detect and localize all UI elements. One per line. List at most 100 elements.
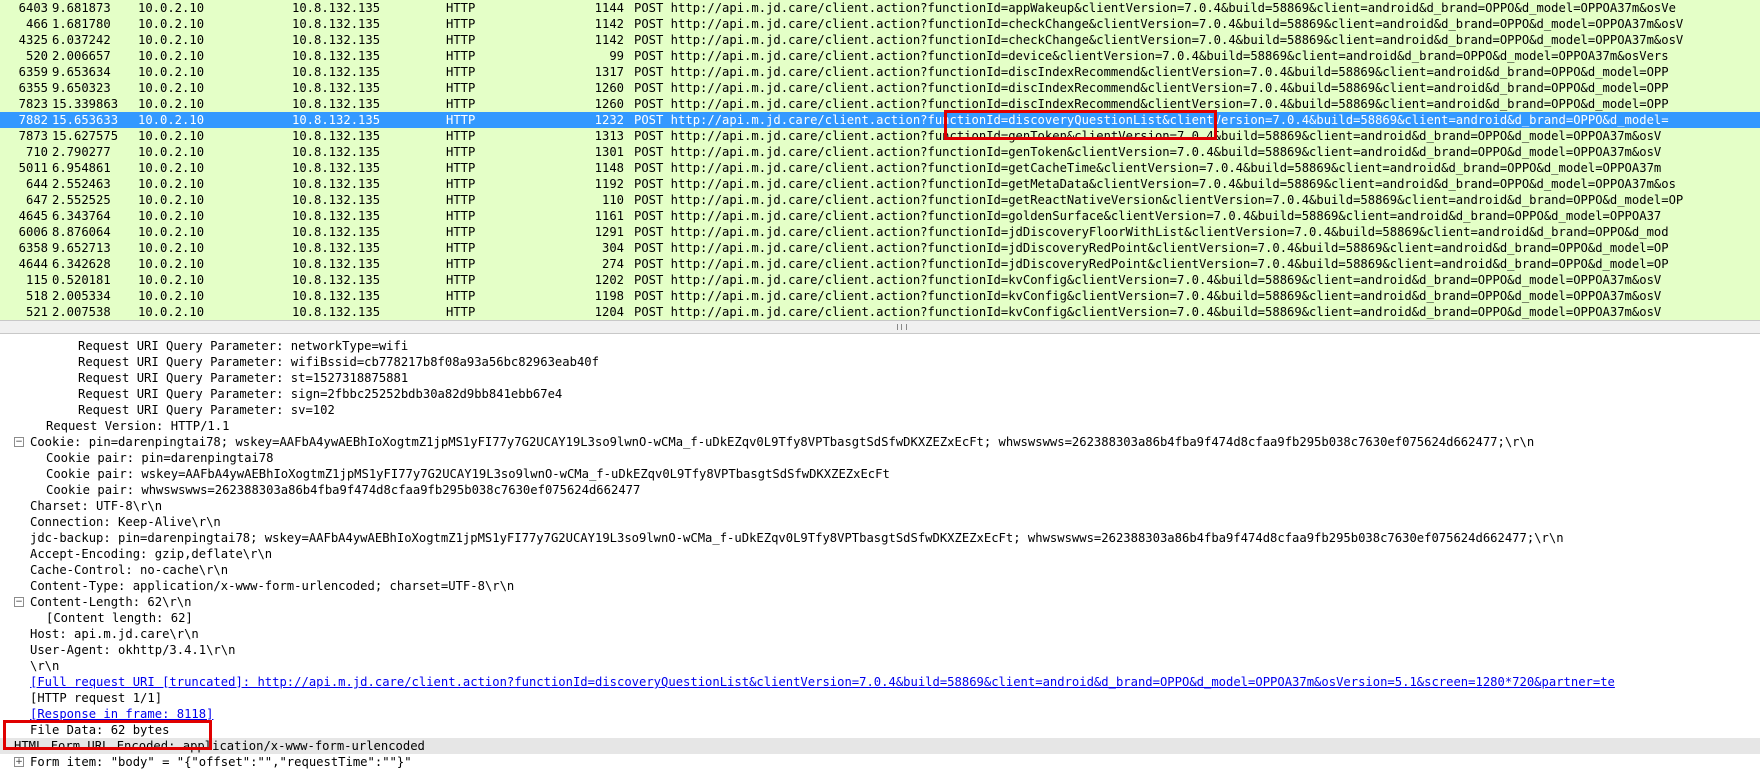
packet-info: POST http://api.m.jd.care/client.action?… xyxy=(634,289,1662,303)
detail-tree-row[interactable]: Request URI Query Parameter: wifiBssid=c… xyxy=(0,354,1760,370)
detail-tree-row[interactable]: File Data: 62 bytes xyxy=(0,722,1760,738)
detail-link[interactable]: [Full request URI [truncated]: http://ap… xyxy=(30,674,1615,690)
packet-row[interactable]: 710 2.790277 10.0.2.10 10.8.132.135 HTTP 1301… xyxy=(0,144,1760,160)
packet-destination: 10.8.132.135 xyxy=(292,17,381,31)
packet-number: 6359 xyxy=(18,65,48,79)
packet-row[interactable]: 647 2.552525 10.0.2.10 10.8.132.135 HTTP 110 P… xyxy=(0,192,1760,208)
splitter-grip-icon[interactable] xyxy=(897,324,907,330)
packet-row[interactable]: 6403 9.681873 10.0.2.10 10.8.132.135 HTTP 114… xyxy=(0,0,1760,16)
packet-protocol: HTTP xyxy=(446,33,476,47)
detail-tree-row[interactable]: Cache-Control: no-cache\r\n xyxy=(0,562,1760,578)
collapse-minus-icon[interactable]: − xyxy=(14,437,24,447)
detail-tree-row[interactable]: [Response in frame: 8118] xyxy=(0,706,1760,722)
packet-destination: 10.8.132.135 xyxy=(292,1,381,15)
packet-row[interactable]: 466 1.681780 10.0.2.10 10.8.132.135 HTTP 1142… xyxy=(0,16,1760,32)
expand-plus-icon[interactable]: + xyxy=(14,757,24,767)
detail-tree-row[interactable]: HTML Form URL Encoded: application/x-www… xyxy=(0,738,1760,754)
packet-time: 9.650323 xyxy=(52,81,111,95)
packet-row[interactable]: 7823 15.339863 10.0.2.10 10.8.132.135 HTTP 12… xyxy=(0,96,1760,112)
pane-splitter[interactable] xyxy=(0,320,1760,334)
detail-tree-row[interactable]: Request Version: HTTP/1.1 xyxy=(0,418,1760,434)
packet-source: 10.0.2.10 xyxy=(138,257,205,271)
detail-link[interactable]: [Response in frame: 8118] xyxy=(30,706,213,722)
packet-row[interactable]: 6006 8.876064 10.0.2.10 10.8.132.135 HTTP 129… xyxy=(0,224,1760,240)
packet-info: POST http://api.m.jd.care/client.action?… xyxy=(634,241,1669,255)
packet-number: 466 xyxy=(25,17,48,31)
detail-tree-row[interactable]: [Full request URI [truncated]: http://ap… xyxy=(0,674,1760,690)
detail-tree-row[interactable]: Accept-Encoding: gzip,deflate\r\n xyxy=(0,546,1760,562)
detail-tree-row[interactable]: \r\n xyxy=(0,658,1760,674)
packet-row[interactable]: 6359 9.653634 10.0.2.10 10.8.132.135 HTTP 131… xyxy=(0,64,1760,80)
packet-row[interactable]: 521 2.007538 10.0.2.10 10.8.132.135 HTTP 1204… xyxy=(0,304,1760,320)
detail-tree-row[interactable]: [Content length: 62] xyxy=(0,610,1760,626)
packet-number: 7873 xyxy=(18,129,48,143)
packet-info: POST http://api.m.jd.care/client.action?… xyxy=(634,97,1669,111)
detail-tree-row[interactable]: [HTTP request 1/1] xyxy=(0,690,1760,706)
packet-time: 0.520181 xyxy=(52,273,111,287)
packet-time: 9.652713 xyxy=(52,241,111,255)
packet-destination: 10.8.132.135 xyxy=(292,257,381,271)
packet-protocol: HTTP xyxy=(446,113,476,127)
detail-tree-row[interactable]: Request URI Query Parameter: sv=102 xyxy=(0,402,1760,418)
packet-row[interactable]: 518 2.005334 10.0.2.10 10.8.132.135 HTTP 1198… xyxy=(0,288,1760,304)
packet-row[interactable]: 4645 6.343764 10.0.2.10 10.8.132.135 HTTP 116… xyxy=(0,208,1760,224)
packet-destination: 10.8.132.135 xyxy=(292,129,381,143)
detail-tree-row[interactable]: Host: api.m.jd.care\r\n xyxy=(0,626,1760,642)
detail-tree-row[interactable]: Request URI Query Parameter: st=15273188… xyxy=(0,370,1760,386)
packet-row[interactable]: 5011 6.954861 10.0.2.10 10.8.132.135 HTTP 114… xyxy=(0,160,1760,176)
detail-text: Cookie: pin=darenpingtai78; wskey=AAFbA4… xyxy=(30,435,1535,449)
packet-row[interactable]: 7873 15.627575 10.0.2.10 10.8.132.135 HTTP 13… xyxy=(0,128,1760,144)
packet-row[interactable]: 6358 9.652713 10.0.2.10 10.8.132.135 HTTP 304… xyxy=(0,240,1760,256)
packet-row[interactable]: 4644 6.342628 10.0.2.10 10.8.132.135 HTTP 274… xyxy=(0,256,1760,272)
packet-info: POST http://api.m.jd.care/client.action?… xyxy=(634,177,1676,191)
packet-info: POST http://api.m.jd.care/client.action?… xyxy=(634,193,1684,207)
packet-row[interactable]: 6355 9.650323 10.0.2.10 10.8.132.135 HTTP 126… xyxy=(0,80,1760,96)
detail-tree-row[interactable]: Cookie pair: whwswswws=262388303a86b4fba… xyxy=(0,482,1760,498)
collapse-minus-icon[interactable]: − xyxy=(14,597,24,607)
detail-tree-row[interactable]: Request URI Query Parameter: sign=2fbbc2… xyxy=(0,386,1760,402)
packet-destination: 10.8.132.135 xyxy=(292,241,381,255)
packet-protocol: HTTP xyxy=(446,241,476,255)
packet-row[interactable]: 520 2.006657 10.0.2.10 10.8.132.135 HTTP 99 PO… xyxy=(0,48,1760,64)
detail-tree-row[interactable]: Connection: Keep-Alive\r\n xyxy=(0,514,1760,530)
detail-tree-row[interactable]: − Cookie: pin=darenpingtai78; wskey=AAFbA… xyxy=(0,434,1760,450)
packet-source: 10.0.2.10 xyxy=(138,193,205,207)
packet-source: 10.0.2.10 xyxy=(138,289,205,303)
detail-tree-row[interactable]: User-Agent: okhttp/3.4.1\r\n xyxy=(0,642,1760,658)
packet-info: POST http://api.m.jd.care/client.action?… xyxy=(634,129,1662,143)
detail-tree-row[interactable]: Cookie pair: pin=darenpingtai78 xyxy=(0,450,1760,466)
detail-tree-row[interactable]: Charset: UTF-8\r\n xyxy=(0,498,1760,514)
packet-source: 10.0.2.10 xyxy=(138,177,205,191)
detail-tree-row[interactable]: jdc-backup: pin=darenpingtai78; wskey=AA… xyxy=(0,530,1760,546)
packet-row[interactable]: 115 0.520181 10.0.2.10 10.8.132.135 HTTP 1202… xyxy=(0,272,1760,288)
detail-tree-row[interactable]: Request URI Query Parameter: networkType… xyxy=(0,338,1760,354)
packet-protocol: HTTP xyxy=(446,129,476,143)
packet-destination: 10.8.132.135 xyxy=(292,273,381,287)
packet-protocol: HTTP xyxy=(446,177,476,191)
detail-tree-row[interactable]: Cookie pair: wskey=AAFbA4ywAEBhIoXogtmZ1… xyxy=(0,466,1760,482)
packet-time: 2.005334 xyxy=(52,289,111,303)
detail-tree-row[interactable]: − Content-Length: 62\r\n xyxy=(0,594,1760,610)
packet-number: 4644 xyxy=(18,257,48,271)
packet-details-tree[interactable]: Request URI Query Parameter: networkType… xyxy=(0,338,1760,771)
packet-destination: 10.8.132.135 xyxy=(292,225,381,239)
packet-protocol: HTTP xyxy=(446,49,476,63)
detail-tree-row[interactable]: Content-Type: application/x-www-form-url… xyxy=(0,578,1760,594)
detail-text: HTML Form URL Encoded: application/x-www… xyxy=(14,739,425,753)
packet-info: POST http://api.m.jd.care/client.action?… xyxy=(634,145,1662,159)
packet-length: 304 xyxy=(601,241,624,255)
packet-protocol: HTTP xyxy=(446,305,476,319)
packet-info: POST http://api.m.jd.care/client.action?… xyxy=(634,273,1662,287)
packet-row[interactable]: 644 2.552463 10.0.2.10 10.8.132.135 HTTP 1192… xyxy=(0,176,1760,192)
packet-info: POST http://api.m.jd.care/client.action?… xyxy=(634,33,1684,47)
packet-row-selected[interactable]: 7882 15.653633 10.0.2.10 10.8.132.135 HTTP 12… xyxy=(0,112,1760,128)
packet-list[interactable]: 6403 9.681873 10.0.2.10 10.8.132.135 HTTP 114… xyxy=(0,0,1760,320)
packet-destination: 10.8.132.135 xyxy=(292,209,381,223)
packet-length: 1142 xyxy=(594,17,624,31)
packet-time: 6.954861 xyxy=(52,161,111,175)
packet-row[interactable]: 4325 6.037242 10.0.2.10 10.8.132.135 HTTP 114… xyxy=(0,32,1760,48)
packet-time: 2.006657 xyxy=(52,49,111,63)
detail-tree-row[interactable]: + Form item: "body" = "{"offset":"","requ… xyxy=(0,754,1760,770)
detail-text: Host: api.m.jd.care\r\n xyxy=(30,627,199,641)
packet-source: 10.0.2.10 xyxy=(138,97,205,111)
